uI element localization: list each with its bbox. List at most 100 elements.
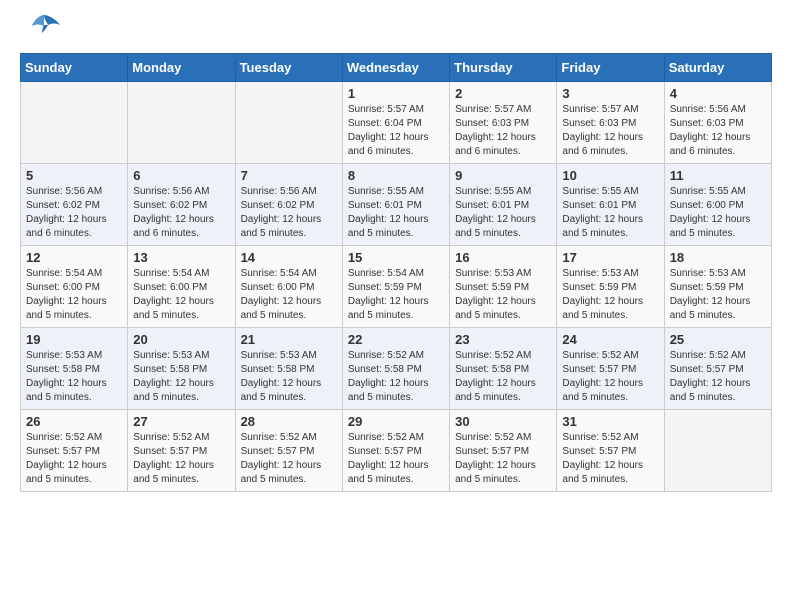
calendar-cell: 11 Sunrise: 5:55 AM Sunset: 6:00 PM Dayli… <box>664 164 771 246</box>
day-info: Sunrise: 5:54 AM Sunset: 6:00 PM Dayligh… <box>133 267 229 323</box>
calendar-cell: 15Sunrise: 5:54 AM Sunset: 5:59 PM Dayli… <box>342 246 449 328</box>
day-number: 15 <box>348 250 444 265</box>
day-of-week-tuesday: Tuesday <box>235 54 342 82</box>
day-info: Sunrise: 5:53 AM Sunset: 5:58 PM Dayligh… <box>241 349 337 405</box>
day-number: 2 <box>455 86 551 101</box>
day-number: 23 <box>455 332 551 347</box>
calendar-cell: 18Sunrise: 5:53 AM Sunset: 5:59 PM Dayli… <box>664 246 771 328</box>
calendar-cell: 28 Sunrise: 5:52 AM Sunset: 5:57 PM Dayli… <box>235 410 342 492</box>
day-info: Sunrise: 5:53 AM Sunset: 5:58 PM Dayligh… <box>133 349 229 405</box>
day-number: 12 <box>26 250 122 265</box>
day-number: 17 <box>562 250 658 265</box>
day-info: Sunrise: 5:52 AM Sunset: 5:57 PM Dayligh… <box>455 431 551 487</box>
day-number: 25 <box>670 332 766 347</box>
calendar-cell: 9 Sunrise: 5:55 AM Sunset: 6:01 PM Daylig… <box>450 164 557 246</box>
logo <box>20 20 62 43</box>
day-info: Sunrise: 5:53 AM Sunset: 5:59 PM Dayligh… <box>562 267 658 323</box>
calendar-body: 1 Sunrise: 5:57 AM Sunset: 6:04 PM Daylig… <box>21 82 772 492</box>
calendar-cell: 30 Sunrise: 5:52 AM Sunset: 5:57 PM Dayli… <box>450 410 557 492</box>
logo-bird-icon <box>26 13 62 43</box>
day-info: Sunrise: 5:57 AM Sunset: 6:03 PM Dayligh… <box>455 103 551 159</box>
day-info: Sunrise: 5:52 AM Sunset: 5:57 PM Dayligh… <box>562 349 658 405</box>
calendar-cell: 17 Sunrise: 5:53 AM Sunset: 5:59 PM Dayli… <box>557 246 664 328</box>
calendar-cell <box>664 410 771 492</box>
day-number: 7 <box>241 168 337 183</box>
calendar-cell <box>128 82 235 164</box>
day-number: 3 <box>562 86 658 101</box>
day-number: 30 <box>455 414 551 429</box>
calendar-week-row: 12 Sunrise: 5:54 AM Sunset: 6:00 PM Dayli… <box>21 246 772 328</box>
day-number: 26 <box>26 414 122 429</box>
day-info: Sunrise: 5:52 AM Sunset: 5:57 PM Dayligh… <box>241 431 337 487</box>
day-info: Sunrise: 5:57 AM Sunset: 6:04 PM Dayligh… <box>348 103 444 159</box>
day-number: 22 <box>348 332 444 347</box>
day-info: Sunrise: 5:56 AM Sunset: 6:02 PM Dayligh… <box>26 185 122 241</box>
calendar-cell: 19 Sunrise: 5:53 AM Sunset: 5:58 PM Dayli… <box>21 328 128 410</box>
calendar-cell: 6 Sunrise: 5:56 AM Sunset: 6:02 PM Daylig… <box>128 164 235 246</box>
calendar-cell <box>235 82 342 164</box>
day-number: 19 <box>26 332 122 347</box>
day-info: Sunrise: 5:52 AM Sunset: 5:57 PM Dayligh… <box>133 431 229 487</box>
day-info: Sunrise: 5:52 AM Sunset: 5:57 PM Dayligh… <box>26 431 122 487</box>
day-info: Sunrise: 5:52 AM Sunset: 5:57 PM Dayligh… <box>562 431 658 487</box>
day-number: 13 <box>133 250 229 265</box>
day-of-week-sunday: Sunday <box>21 54 128 82</box>
day-info: Sunrise: 5:57 AM Sunset: 6:03 PM Dayligh… <box>562 103 658 159</box>
calendar-cell: 29Sunrise: 5:52 AM Sunset: 5:57 PM Dayli… <box>342 410 449 492</box>
day-of-week-wednesday: Wednesday <box>342 54 449 82</box>
calendar-cell: 4 Sunrise: 5:56 AM Sunset: 6:03 PM Daylig… <box>664 82 771 164</box>
days-of-week-row: SundayMondayTuesdayWednesdayThursdayFrid… <box>21 54 772 82</box>
calendar-cell: 24 Sunrise: 5:52 AM Sunset: 5:57 PM Dayli… <box>557 328 664 410</box>
day-of-week-friday: Friday <box>557 54 664 82</box>
day-number: 10 <box>562 168 658 183</box>
day-info: Sunrise: 5:52 AM Sunset: 5:57 PM Dayligh… <box>670 349 766 405</box>
day-info: Sunrise: 5:55 AM Sunset: 6:01 PM Dayligh… <box>562 185 658 241</box>
day-info: Sunrise: 5:56 AM Sunset: 6:02 PM Dayligh… <box>241 185 337 241</box>
day-of-week-thursday: Thursday <box>450 54 557 82</box>
day-info: Sunrise: 5:56 AM Sunset: 6:03 PM Dayligh… <box>670 103 766 159</box>
day-number: 21 <box>241 332 337 347</box>
day-number: 28 <box>241 414 337 429</box>
day-number: 20 <box>133 332 229 347</box>
day-number: 24 <box>562 332 658 347</box>
calendar-cell: 27 Sunrise: 5:52 AM Sunset: 5:57 PM Dayli… <box>128 410 235 492</box>
day-info: Sunrise: 5:55 AM Sunset: 6:01 PM Dayligh… <box>348 185 444 241</box>
day-info: Sunrise: 5:54 AM Sunset: 6:00 PM Dayligh… <box>26 267 122 323</box>
day-number: 6 <box>133 168 229 183</box>
day-number: 8 <box>348 168 444 183</box>
calendar-cell: 12 Sunrise: 5:54 AM Sunset: 6:00 PM Dayli… <box>21 246 128 328</box>
day-info: Sunrise: 5:55 AM Sunset: 6:01 PM Dayligh… <box>455 185 551 241</box>
calendar-cell: 8 Sunrise: 5:55 AM Sunset: 6:01 PM Daylig… <box>342 164 449 246</box>
calendar-cell: 31 Sunrise: 5:52 AM Sunset: 5:57 PM Dayli… <box>557 410 664 492</box>
calendar-cell: 1 Sunrise: 5:57 AM Sunset: 6:04 PM Daylig… <box>342 82 449 164</box>
day-info: Sunrise: 5:53 AM Sunset: 5:59 PM Dayligh… <box>455 267 551 323</box>
day-info: Sunrise: 5:55 AM Sunset: 6:00 PM Dayligh… <box>670 185 766 241</box>
day-number: 11 <box>670 168 766 183</box>
day-of-week-saturday: Saturday <box>664 54 771 82</box>
calendar-cell: 26 Sunrise: 5:52 AM Sunset: 5:57 PM Dayli… <box>21 410 128 492</box>
calendar-cell: 20 Sunrise: 5:53 AM Sunset: 5:58 PM Dayli… <box>128 328 235 410</box>
calendar-cell: 23Sunrise: 5:52 AM Sunset: 5:58 PM Dayli… <box>450 328 557 410</box>
calendar-cell: 7 Sunrise: 5:56 AM Sunset: 6:02 PM Daylig… <box>235 164 342 246</box>
day-info: Sunrise: 5:53 AM Sunset: 5:58 PM Dayligh… <box>26 349 122 405</box>
calendar-week-row: 5 Sunrise: 5:56 AM Sunset: 6:02 PM Daylig… <box>21 164 772 246</box>
day-number: 27 <box>133 414 229 429</box>
calendar-header: SundayMondayTuesdayWednesdayThursdayFrid… <box>21 54 772 82</box>
day-number: 16 <box>455 250 551 265</box>
day-number: 4 <box>670 86 766 101</box>
day-number: 1 <box>348 86 444 101</box>
calendar-week-row: 26 Sunrise: 5:52 AM Sunset: 5:57 PM Dayli… <box>21 410 772 492</box>
day-number: 29 <box>348 414 444 429</box>
day-info: Sunrise: 5:56 AM Sunset: 6:02 PM Dayligh… <box>133 185 229 241</box>
day-number: 5 <box>26 168 122 183</box>
day-number: 9 <box>455 168 551 183</box>
calendar-week-row: 1 Sunrise: 5:57 AM Sunset: 6:04 PM Daylig… <box>21 82 772 164</box>
day-number: 18 <box>670 250 766 265</box>
day-number: 31 <box>562 414 658 429</box>
calendar-cell: 16 Sunrise: 5:53 AM Sunset: 5:59 PM Dayli… <box>450 246 557 328</box>
page-header <box>20 20 772 43</box>
calendar-cell: 3 Sunrise: 5:57 AM Sunset: 6:03 PM Daylig… <box>557 82 664 164</box>
calendar-cell <box>21 82 128 164</box>
calendar-cell: 14Sunrise: 5:54 AM Sunset: 6:00 PM Dayli… <box>235 246 342 328</box>
calendar-cell: 25 Sunrise: 5:52 AM Sunset: 5:57 PM Dayli… <box>664 328 771 410</box>
